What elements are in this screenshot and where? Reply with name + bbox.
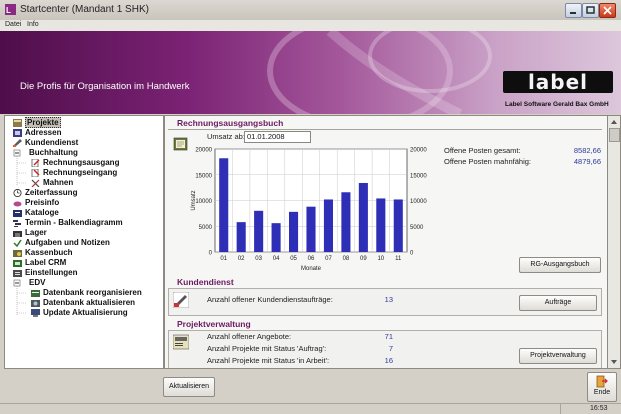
- mahnfaehig-label: Offene Posten mahnfähig:: [444, 157, 532, 166]
- y-tick-label-right: 10000: [410, 199, 427, 205]
- window-title: Startcenter (Mandant 1 SHK): [20, 4, 149, 15]
- y-tick-label-right: 20000: [410, 148, 427, 154]
- kundendienst-value: 13: [384, 295, 393, 304]
- chart-bar: [236, 222, 246, 252]
- banner-slogan: Die Profis für Organisation im Handwerk: [20, 81, 190, 92]
- rg-ausgangsbuch-button[interactable]: RG-Ausgangsbuch: [519, 257, 601, 273]
- ende-label: Ende: [593, 389, 611, 396]
- y-tick-label-left: 0: [209, 251, 213, 257]
- tree-item-label: Update Aktualisierung: [43, 308, 128, 317]
- x-tick-label: 09: [360, 256, 367, 262]
- projekt-row-label: Anzahl offener Angebote:: [207, 332, 292, 341]
- chart-bar: [376, 198, 386, 252]
- chart-bar: [271, 223, 281, 252]
- chart-bar: [358, 182, 368, 252]
- projekt-row-value: 16: [384, 356, 393, 365]
- project-folder-icon: [173, 334, 189, 350]
- section-title-projektverwaltung: Projektverwaltung: [177, 319, 251, 329]
- ende-button[interactable]: Ende: [587, 372, 617, 402]
- tree-item-label: Datenbank reorganisieren: [43, 288, 142, 297]
- y-tick-label-left: 15000: [195, 173, 212, 179]
- label-logo: label: [503, 71, 613, 93]
- tree-item-label: Rechnungseingang: [43, 168, 118, 177]
- tree-item-label: Rechnungsausgang: [43, 158, 120, 167]
- offene-posten-value: 8582,66: [573, 146, 601, 155]
- maximize-button[interactable]: [582, 3, 599, 18]
- svg-text:label: label: [528, 71, 588, 93]
- x-tick-label: 05: [290, 256, 297, 262]
- vertical-scrollbar[interactable]: [607, 115, 621, 369]
- projekt-row-value: 71: [384, 332, 393, 341]
- svg-text:L: L: [6, 6, 11, 15]
- tree-item-label: Mahnen: [43, 178, 74, 187]
- chart-bar: [219, 158, 229, 252]
- x-tick-label: 03: [255, 256, 262, 262]
- banner: Die Profis für Organisation im Handwerk …: [0, 31, 621, 114]
- chart-bar: [393, 199, 403, 252]
- projekt-row-label: Anzahl Projekte mit Status 'Auftrag':: [207, 344, 327, 353]
- company-name: Label Software Gerald Bax GmbH: [505, 101, 609, 108]
- navigation-tree: Projekte Adressen Kundendienst Buchhaltu…: [4, 115, 164, 369]
- dashboard-panel: Rechnungsausgangsbuch Umsatz ab: 01.01.2…: [164, 115, 608, 369]
- offene-posten-label: Offene Posten gesamt:: [444, 146, 521, 155]
- tree-item-label: Datenbank aktualisieren: [43, 298, 136, 307]
- kundendienst-label: Anzahl offener Kundendienstaufträge:: [207, 295, 333, 304]
- menu-info[interactable]: Info: [27, 21, 39, 28]
- app-icon: L: [5, 4, 16, 15]
- x-tick-label: 11: [395, 256, 402, 262]
- scroll-down-icon[interactable]: [609, 358, 619, 366]
- minimize-button[interactable]: [565, 3, 582, 18]
- section-divider: [168, 129, 602, 130]
- chart-bar: [341, 192, 351, 252]
- chart-bar: [306, 206, 316, 252]
- status-time: 16:53: [590, 405, 608, 412]
- y-tick-label-right: 0: [410, 251, 414, 257]
- chart-bar: [323, 199, 333, 252]
- scroll-thumb[interactable]: [609, 128, 620, 142]
- mahnfaehig-value: 4879,66: [573, 157, 601, 166]
- y-axis-label: Umsatz: [191, 190, 197, 210]
- chart-bar: [254, 210, 264, 252]
- title-bar: L Startcenter (Mandant 1 SHK): [0, 0, 621, 21]
- x-tick-label: 06: [308, 256, 315, 262]
- umsatz-label: Umsatz ab:: [207, 132, 245, 141]
- projekt-row-label: Anzahl Projekte mit Status 'in Arbeit':: [207, 356, 330, 365]
- x-tick-label: 01: [220, 256, 227, 262]
- projektverwaltung-button[interactable]: Projektverwaltung: [519, 348, 597, 364]
- umsatz-chart: 0 0 5000 5000 10000 10000 15000 15000 20000 20000…: [191, 148, 427, 273]
- exit-door-icon: [596, 375, 608, 388]
- auftraege-button[interactable]: Aufträge: [519, 295, 597, 311]
- menu-datei[interactable]: Datei: [5, 21, 21, 28]
- x-tick-label: 04: [273, 256, 280, 262]
- projekt-row-value: 7: [388, 344, 393, 353]
- y-tick-label-right: 15000: [410, 173, 427, 179]
- x-tick-label: 10: [377, 256, 384, 262]
- x-tick-label: 08: [343, 256, 350, 262]
- scroll-up-icon[interactable]: [609, 118, 619, 126]
- y-tick-label-left: 10000: [195, 199, 212, 205]
- aktualisieren-button[interactable]: Aktualisieren: [163, 377, 215, 397]
- x-tick-label: 07: [325, 256, 332, 262]
- chart-bar: [289, 211, 299, 252]
- y-tick-label-left: 5000: [199, 225, 213, 231]
- service-tools-icon: [173, 292, 189, 308]
- y-tick-label-right: 5000: [410, 225, 424, 231]
- x-axis-label: Monate: [301, 266, 322, 272]
- close-button[interactable]: [599, 3, 616, 18]
- status-bar: 16:53: [0, 403, 621, 414]
- section-title-kundendienst: Kundendienst: [177, 277, 234, 287]
- bottom-toolbar: Aktualisieren Ende: [0, 369, 621, 402]
- y-tick-label-left: 20000: [195, 148, 212, 154]
- section-title-rechnungsausgangsbuch: Rechnungsausgangsbuch: [177, 118, 284, 128]
- x-tick-label: 02: [238, 256, 245, 262]
- tree-lines: [16, 156, 27, 316]
